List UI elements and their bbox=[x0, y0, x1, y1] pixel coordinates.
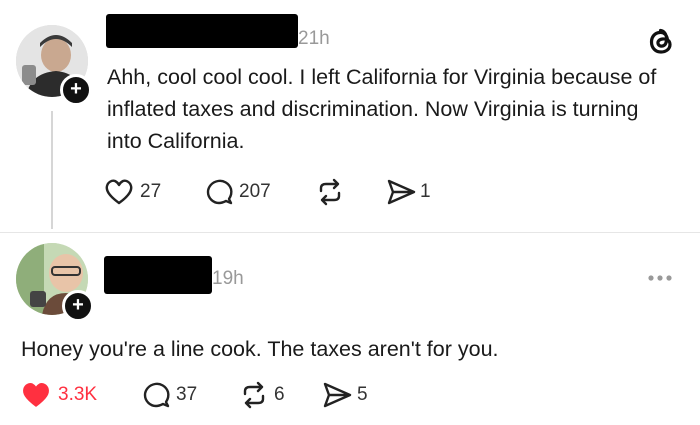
send-icon bbox=[323, 382, 352, 408]
share-button[interactable]: 1 bbox=[386, 178, 431, 206]
post-body-text: Honey you're a line cook. The taxes aren… bbox=[21, 337, 499, 361]
thread-connector-line bbox=[51, 111, 53, 229]
like-count: 3.3K bbox=[58, 384, 98, 405]
follow-plus-icon[interactable]: + bbox=[60, 74, 92, 106]
heart-icon bbox=[105, 179, 133, 205]
repost-icon bbox=[319, 178, 341, 206]
post-timestamp: 21h bbox=[298, 28, 330, 49]
redacted-username bbox=[106, 14, 298, 48]
repost-count: 6 bbox=[274, 384, 285, 405]
like-count: 27 bbox=[140, 181, 162, 202]
post-divider bbox=[0, 232, 700, 233]
repost-button[interactable]: 6 bbox=[238, 381, 285, 409]
repost-icon bbox=[243, 381, 265, 409]
post-body-text: Ahh, cool cool cool. I left California f… bbox=[107, 65, 657, 153]
comment-icon bbox=[143, 382, 170, 408]
reply-count: 207 bbox=[239, 181, 271, 202]
reply-count: 37 bbox=[176, 384, 198, 405]
threads-logo-icon[interactable] bbox=[647, 25, 675, 62]
follow-plus-icon[interactable]: + bbox=[62, 290, 94, 322]
like-button[interactable]: 27 bbox=[104, 178, 161, 206]
more-icon[interactable] bbox=[646, 270, 674, 288]
redacted-username bbox=[104, 256, 212, 294]
share-count: 5 bbox=[357, 384, 368, 405]
post-timestamp: 19h bbox=[212, 268, 244, 289]
reply-button[interactable]: 207 bbox=[204, 178, 271, 206]
reply-button[interactable]: 37 bbox=[141, 381, 197, 409]
send-icon bbox=[387, 179, 416, 205]
share-button[interactable]: 5 bbox=[322, 381, 368, 409]
like-button[interactable]: 3.3K bbox=[21, 381, 97, 409]
share-count: 1 bbox=[420, 181, 431, 202]
comment-icon bbox=[206, 179, 233, 205]
repost-button[interactable] bbox=[314, 178, 346, 206]
heart-icon bbox=[23, 383, 49, 407]
